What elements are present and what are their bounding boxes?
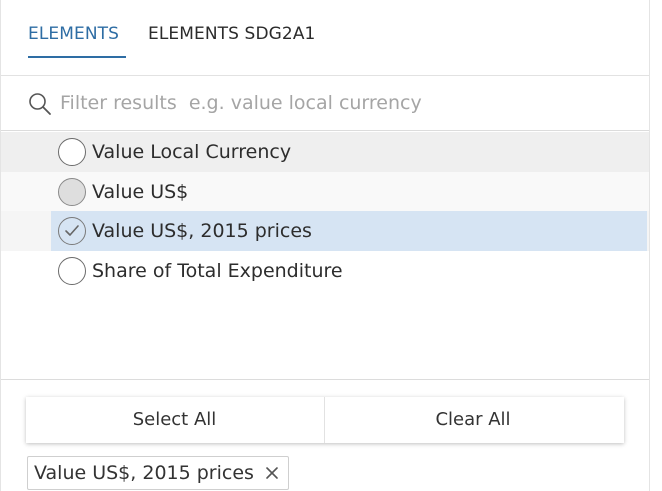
search-icon <box>28 92 52 116</box>
list-item-label: Value US$ <box>92 181 189 203</box>
tab-elements[interactable]: ELEMENTS <box>28 22 126 58</box>
radio-unselected[interactable] <box>58 138 86 166</box>
radio-checked[interactable] <box>58 217 86 245</box>
check-icon <box>65 225 79 236</box>
tab-elements-sdg2a1[interactable]: ELEMENTS SDG2A1 <box>148 22 315 58</box>
close-icon[interactable] <box>264 465 280 481</box>
clear-all-button[interactable]: Clear All <box>324 397 621 443</box>
list-item-value-usd-2015-prices[interactable]: Value US$, 2015 prices <box>1 211 649 251</box>
radio-unselected[interactable] <box>58 257 86 285</box>
list-item-value-local-currency[interactable]: Value Local Currency <box>1 132 649 172</box>
tab-bar: ELEMENTS ELEMENTS SDG2A1 <box>1 0 649 76</box>
list-item-label: Value US$, 2015 prices <box>92 220 312 242</box>
elements-panel: ELEMENTS ELEMENTS SDG2A1 Value Local Cur… <box>0 0 650 491</box>
element-list: Value Local Currency Value US$ Value US$… <box>1 132 649 380</box>
list-item-value-usd[interactable]: Value US$ <box>1 172 649 212</box>
selection-button-bar: Select All Clear All <box>26 397 624 443</box>
selected-chip: Value US$, 2015 prices <box>27 456 289 490</box>
search-bar <box>1 77 649 131</box>
radio-partial[interactable] <box>58 178 86 206</box>
chip-label: Value US$, 2015 prices <box>34 462 254 484</box>
list-item-label: Value Local Currency <box>92 141 292 163</box>
search-input[interactable] <box>60 88 620 118</box>
list-item-share-of-total-expenditure[interactable]: Share of Total Expenditure <box>1 251 649 291</box>
select-all-button[interactable]: Select All <box>26 397 323 443</box>
list-item-label: Share of Total Expenditure <box>92 260 343 282</box>
